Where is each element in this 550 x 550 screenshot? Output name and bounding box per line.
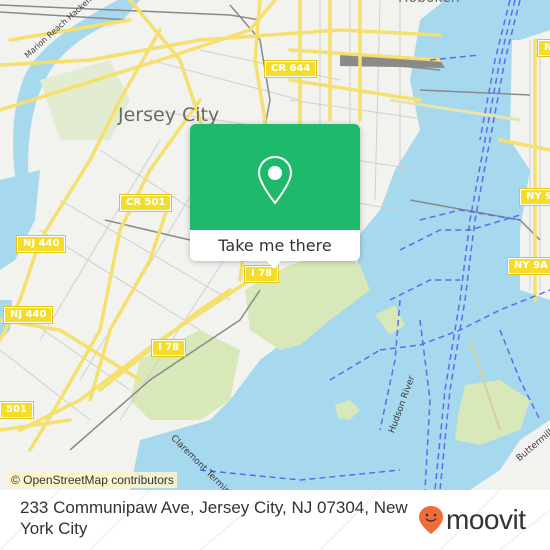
road-shield-nj440: NJ 440	[15, 235, 67, 253]
place-label-hoboken: Hoboken	[398, 0, 460, 6]
road-shield-ny: NY	[537, 39, 550, 57]
map-popup: Take me there	[190, 124, 360, 269]
map[interactable]: Jersey City Hoboken Marion Reach Hackens…	[0, 0, 550, 490]
moovit-pin-icon	[419, 506, 443, 534]
take-me-there-button[interactable]: Take me there	[190, 230, 360, 261]
location-pin-icon	[257, 155, 293, 205]
road-shield-i78: I 78	[150, 339, 187, 357]
road-shield-cr501: 501	[0, 401, 34, 419]
map-attribution[interactable]: © OpenStreetMap contributors	[8, 472, 177, 488]
address-text: 233 Communipaw Ave, Jersey City, NJ 0730…	[20, 498, 408, 538]
road-shield-ny9a: NY 9A	[507, 257, 550, 275]
road-shield-cr501: CR 501	[118, 194, 173, 212]
moovit-logo[interactable]: moovit	[418, 504, 526, 535]
road-shield-nj440: NJ 440	[2, 306, 54, 324]
place-label-jersey-city: Jersey City	[118, 104, 220, 126]
road-shield-ny9a: NY 9A	[519, 188, 550, 206]
road-shield-cr644: CR 644	[263, 60, 318, 78]
moovit-wordmark: moovit	[446, 504, 526, 535]
popup-header	[190, 124, 360, 230]
popup-tail	[266, 260, 282, 269]
